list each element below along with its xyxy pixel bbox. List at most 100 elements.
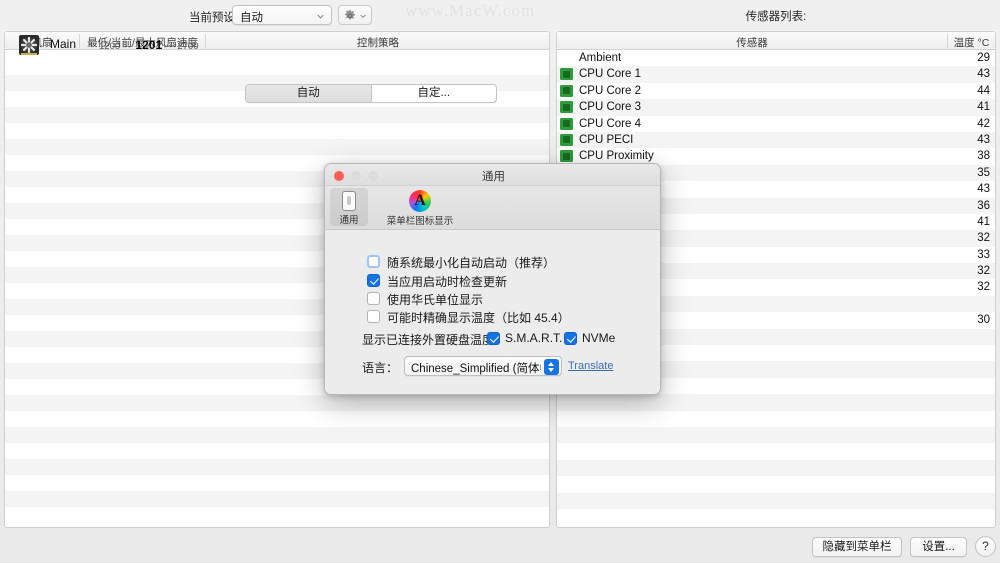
fan-table-header: 风扇 最低/当前/最大风扇速度 控制策略 [5,32,549,50]
checkbox-fahrenheit[interactable] [367,292,380,305]
checkbox-precise-temp[interactable] [367,310,380,323]
sensor-row-empty [557,460,995,476]
sensor-temperature: 36 [948,200,990,212]
sensor-row-empty [557,476,995,492]
dialog-titlebar[interactable]: 通用 [325,164,660,186]
sensor-name: Ambient [579,52,621,64]
label-smart: S.M.A.R.T. [505,331,562,345]
preset-gear-menu-button[interactable] [338,5,372,25]
preset-selected-value: 自动 [240,9,263,25]
bottom-bar: 隐藏到菜单栏 设置... ? [0,531,1000,563]
label-nvme: NVMe [582,331,615,345]
tab-menubar-icon-display[interactable]: A 菜单栏图标显示 [373,188,467,227]
sensor-temperature: 33 [948,249,990,261]
fan-speed-max: 2700 [177,41,198,52]
dialog-body: 随系统最小化自动启动（推荐） 当应用启动时检查更新 使用华氏单位显示 可能时精确… [325,230,660,395]
preset-label: 当前预设: [189,9,238,25]
label-fahrenheit: 使用华氏单位显示 [387,291,483,308]
fan-row-empty [5,139,549,155]
sensor-row[interactable]: CPU Core 244 [557,83,995,99]
label-precise-temp: 可能时精确显示温度（比如 45.4） [387,309,570,326]
sensor-temperature: 32 [948,265,990,277]
strategy-option-custom[interactable]: 自定... [372,85,497,102]
fan-row-empty [5,107,549,123]
sensor-row-empty [557,411,995,427]
checkbox-autostart-minimized[interactable] [367,255,380,268]
fan-row-empty [5,507,549,523]
settings-button[interactable]: 设置... [910,537,967,557]
label-language: 语言： [362,359,398,376]
sensor-temperature: 42 [948,118,990,130]
checkbox-smart[interactable] [487,332,500,345]
sensor-temperature: 35 [948,167,990,179]
fan-row-empty [5,395,549,411]
cpu-chip-icon [560,118,573,130]
sensor-table-header: 传感器 温度 °C [557,32,995,50]
checkbox-check-updates[interactable] [367,274,380,287]
sensor-row[interactable]: CPU PECI 43 [557,132,995,148]
sensor-row-empty [557,394,995,410]
fan-speed-min: 1200 [99,41,120,52]
chevron-down-small-icon [359,12,367,20]
fan-row-empty [5,411,549,427]
hide-to-menubar-button[interactable]: 隐藏到菜单栏 [812,537,902,557]
sensor-list-title: 传感器列表: [556,8,996,24]
fan-speed-values: 1200 — 1201 — 2700 [99,38,199,52]
language-selected-value: Chinese_Simplified (简体中文 [411,360,541,376]
cpu-chip-icon [560,68,573,80]
fan-row[interactable] [5,50,549,75]
tab-menubar-label: 菜单栏图标显示 [373,213,467,227]
speed-dash: — [165,41,175,52]
sensor-name: CPU Core 4 [579,118,641,130]
sensor-row[interactable]: CPU Core 1 43 [557,66,995,82]
sensor-name: CPU Core 3 [579,101,641,113]
cpu-chip-icon [560,85,573,97]
sensor-temperature: 43 [948,134,990,146]
gear-icon [343,9,357,23]
sensor-name: CPU Core 1 [579,68,641,80]
fan-row-empty [5,459,549,475]
speed-dash: — [123,41,133,52]
fan-name: Main [50,37,76,51]
fan-row-empty [5,123,549,139]
stepper-icon[interactable] [544,359,559,375]
sensor-temperature: 44 [948,85,990,97]
cpu-chip-icon [560,150,573,162]
sensor-temperature: 43 [948,68,990,80]
tab-general[interactable]: 通用 [330,188,368,226]
sensor-column-header-name[interactable]: 传感器 [557,35,947,50]
sensor-temperature: 38 [948,150,990,162]
label-check-updates: 当应用启动时检查更新 [387,273,507,290]
app-window: www.MacW.com 当前预设: 自动 风扇 最低/当前/最大风扇速度 [0,0,1000,563]
sensor-row[interactable]: CPU Core 4 42 [557,116,995,132]
sensor-name: CPU Proximity [579,150,654,162]
sensor-row-empty [557,443,995,459]
fan-icon [19,35,39,55]
sensor-column-header-temp[interactable]: 温度 °C [948,35,995,50]
chevron-down-icon [548,368,554,372]
fan-row-empty [5,491,549,507]
dialog-title: 通用 [325,168,661,184]
sensor-row-empty [557,493,995,509]
fan-row-empty [5,443,549,459]
fan-row-empty [5,427,549,443]
sensor-temperature: 43 [948,183,990,195]
strategy-option-auto[interactable]: 自动 [246,85,372,102]
general-prefs-icon [342,191,356,211]
letter-a-glyph: A [409,190,431,212]
fan-blades-icon [20,36,38,54]
menubar-icon-display-icon: A [409,190,431,212]
translate-link[interactable]: Translate [568,360,613,372]
sensor-row[interactable]: CPU Core 341 [557,99,995,115]
sensor-name: CPU PECI [579,134,633,146]
fan-strategy-segmented-control[interactable]: 自动 自定... [245,84,497,103]
language-select[interactable]: Chinese_Simplified (简体中文 [404,356,562,376]
checkbox-nvme[interactable] [564,332,577,345]
fan-column-header-strategy[interactable]: 控制策略 [206,35,550,50]
sensor-temperature: 32 [948,232,990,244]
sensor-row-empty [557,509,995,525]
sensor-temperature: 41 [948,216,990,228]
sensor-row[interactable]: Ambient29 [557,50,995,66]
help-button[interactable]: ? [975,536,996,557]
preset-select[interactable]: 自动 [232,5,332,25]
